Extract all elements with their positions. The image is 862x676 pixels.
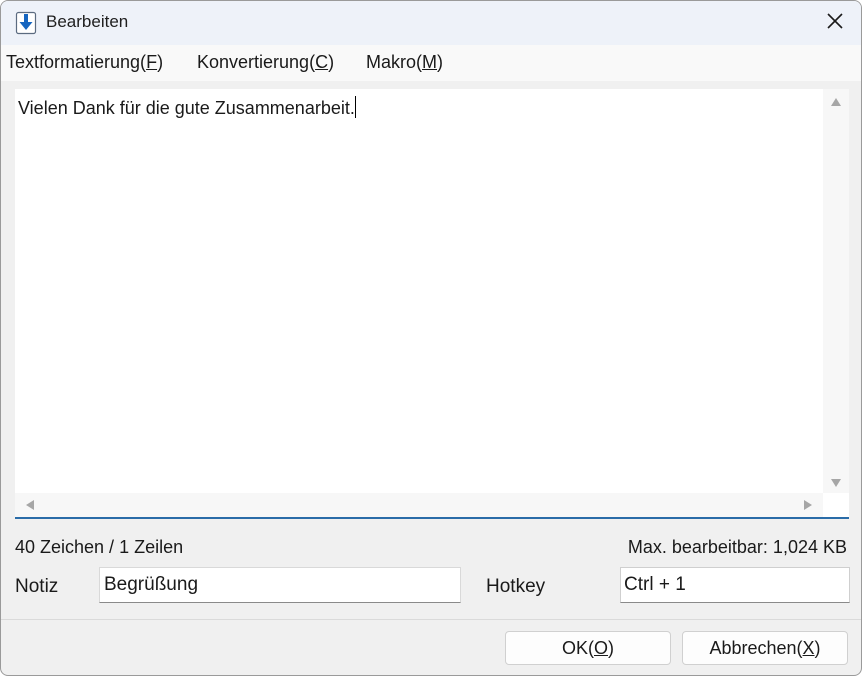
text-caret <box>354 96 356 118</box>
hotkey-input[interactable] <box>620 567 850 603</box>
menu-conversion[interactable]: Konvertierung(C) <box>197 52 334 73</box>
scrollbar-corner <box>823 493 849 517</box>
note-input[interactable] <box>99 567 461 603</box>
scroll-up-icon[interactable] <box>831 98 841 106</box>
horizontal-scrollbar[interactable] <box>15 493 823 517</box>
menu-bar: Textformatierung(F) Konvertierung(C) Mak… <box>1 45 861 81</box>
vertical-scrollbar[interactable] <box>823 89 849 495</box>
character-count: 40 Zeichen / 1 Zeilen <box>15 537 184 557</box>
title-bar: Bearbeiten <box>1 1 861 45</box>
close-button[interactable] <box>809 1 861 45</box>
window-title: Bearbeiten <box>46 12 129 31</box>
max-editable-size: Max. bearbeitbar: 1,024 KB <box>627 537 847 557</box>
menu-text-formatting[interactable]: Textformatierung(F) <box>6 52 163 73</box>
editor-content[interactable]: Vielen Dank für die gute Zusammenarbeit. <box>18 96 356 119</box>
note-label: Notiz <box>15 576 59 597</box>
close-icon <box>826 12 844 35</box>
footer-divider <box>1 619 861 620</box>
scroll-right-icon[interactable] <box>804 500 812 510</box>
text-editor[interactable]: Vielen Dank für die gute Zusammenarbeit. <box>15 89 849 519</box>
menu-macro[interactable]: Makro(M) <box>366 52 443 73</box>
ok-button[interactable]: OK(O) <box>505 631 671 665</box>
edit-dialog: Bearbeiten Textformatierung(F) Konvertie… <box>0 0 862 676</box>
scroll-left-icon[interactable] <box>26 500 34 510</box>
hotkey-label: Hotkey <box>486 576 546 597</box>
cancel-button[interactable]: Abbrechen(X) <box>682 631 848 665</box>
scroll-down-icon[interactable] <box>831 479 841 487</box>
download-arrow-icon <box>15 11 37 35</box>
